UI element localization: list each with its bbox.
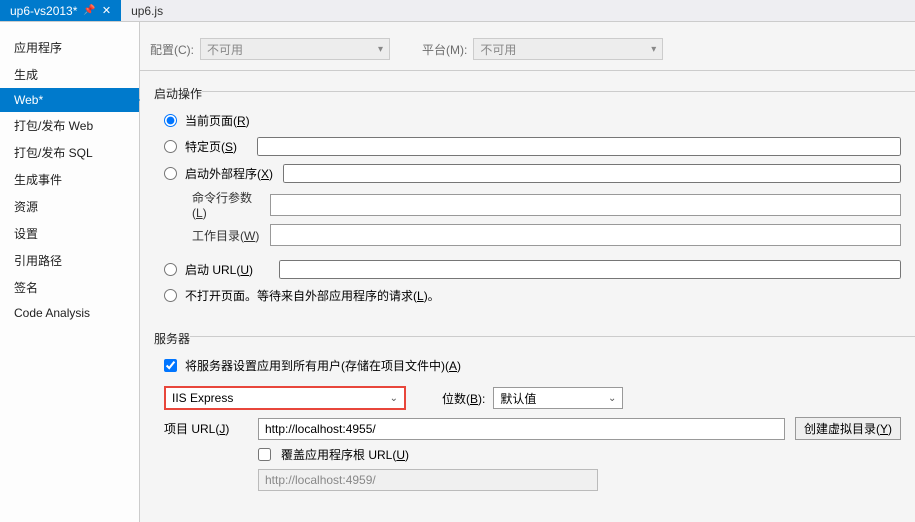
check-override-root-label[interactable]: 覆盖应用程序根 URL(U): [281, 446, 409, 463]
check-apply-all[interactable]: [164, 359, 177, 372]
sidebar-item-8[interactable]: 引用路径: [0, 247, 139, 274]
check-apply-all-label[interactable]: 将服务器设置应用到所有用户(存储在项目文件中)(A): [185, 357, 461, 374]
chevron-down-icon: ⌄: [390, 393, 398, 404]
sidebar: 应用程序生成Web*打包/发布 Web打包/发布 SQL生成事件资源设置引用路径…: [0, 22, 140, 522]
sidebar-item-3[interactable]: 打包/发布 Web: [0, 112, 139, 139]
chevron-down-icon: ▾: [378, 44, 383, 55]
radio-no-open[interactable]: [164, 289, 177, 302]
radio-start-url-label[interactable]: 启动 URL(U): [185, 261, 253, 278]
config-bar: 配置(C): 不可用 ▾ 平台(M): 不可用 ▾: [140, 22, 915, 71]
specific-page-input[interactable]: [257, 137, 901, 156]
sidebar-item-1[interactable]: 生成: [0, 61, 139, 88]
cmd-args-input[interactable]: [270, 194, 901, 216]
radio-external-program-label[interactable]: 启动外部程序(X): [185, 165, 273, 182]
tab-active[interactable]: up6-vs2013* 📌 ✕: [0, 0, 121, 21]
sidebar-item-6[interactable]: 资源: [0, 193, 139, 220]
start-url-input[interactable]: [279, 260, 901, 279]
radio-no-open-label[interactable]: 不打开页面。等待来自外部应用程序的请求(L)。: [185, 287, 440, 304]
bits-label: 位数(B):: [442, 390, 485, 407]
platform-select: 不可用 ▾: [473, 38, 663, 60]
sidebar-item-10[interactable]: Code Analysis: [0, 301, 139, 325]
sidebar-item-7[interactable]: 设置: [0, 220, 139, 247]
radio-current-page-label[interactable]: 当前页面(R): [185, 112, 250, 129]
sidebar-item-2[interactable]: Web*: [0, 88, 139, 112]
external-program-input[interactable]: [283, 164, 901, 183]
platform-label: 平台(M):: [422, 41, 467, 58]
radio-specific-page[interactable]: [164, 140, 177, 153]
radio-current-page[interactable]: [164, 114, 177, 127]
server-select-value: IIS Express: [172, 391, 233, 405]
chevron-down-icon: ▾: [651, 44, 656, 55]
create-vdir-button[interactable]: 创建虚拟目录(Y): [795, 417, 901, 440]
project-url-input[interactable]: [258, 418, 785, 440]
workdir-input[interactable]: [270, 224, 901, 246]
workdir-label: 工作目录(W): [164, 227, 262, 244]
sidebar-item-4[interactable]: 打包/发布 SQL: [0, 139, 139, 166]
config-label: 配置(C):: [150, 41, 194, 58]
document-tabs: up6-vs2013* 📌 ✕ up6.js: [0, 0, 915, 22]
pin-icon[interactable]: 📌: [83, 5, 95, 16]
override-root-input: [258, 469, 598, 491]
section-start-title: 启动操作: [140, 71, 202, 106]
chevron-down-icon: ⌄: [608, 393, 616, 404]
close-icon[interactable]: ✕: [102, 4, 111, 17]
sidebar-item-9[interactable]: 签名: [0, 274, 139, 301]
tab-active-label: up6-vs2013*: [10, 4, 77, 18]
section-server-title: 服务器: [140, 316, 190, 351]
radio-external-program[interactable]: [164, 167, 177, 180]
cmd-args-label: 命令行参数(L): [164, 189, 262, 220]
config-value: 不可用: [207, 41, 243, 58]
content-pane: 配置(C): 不可用 ▾ 平台(M): 不可用 ▾ 启动操作 当前页面(R): [140, 22, 915, 522]
tab-inactive-label: up6.js: [131, 4, 163, 18]
platform-value: 不可用: [480, 41, 516, 58]
server-select[interactable]: IIS Express ⌄: [164, 386, 406, 410]
radio-start-url[interactable]: [164, 263, 177, 276]
config-select: 不可用 ▾: [200, 38, 390, 60]
sidebar-item-0[interactable]: 应用程序: [0, 34, 139, 61]
project-url-label: 项目 URL(J): [164, 420, 248, 437]
bits-select-value: 默认值: [500, 390, 536, 407]
tab-inactive[interactable]: up6.js: [121, 0, 173, 21]
check-override-root[interactable]: [258, 448, 271, 461]
bits-select[interactable]: 默认值 ⌄: [493, 387, 623, 409]
sidebar-item-5[interactable]: 生成事件: [0, 166, 139, 193]
radio-specific-page-label[interactable]: 特定页(S): [185, 138, 237, 155]
